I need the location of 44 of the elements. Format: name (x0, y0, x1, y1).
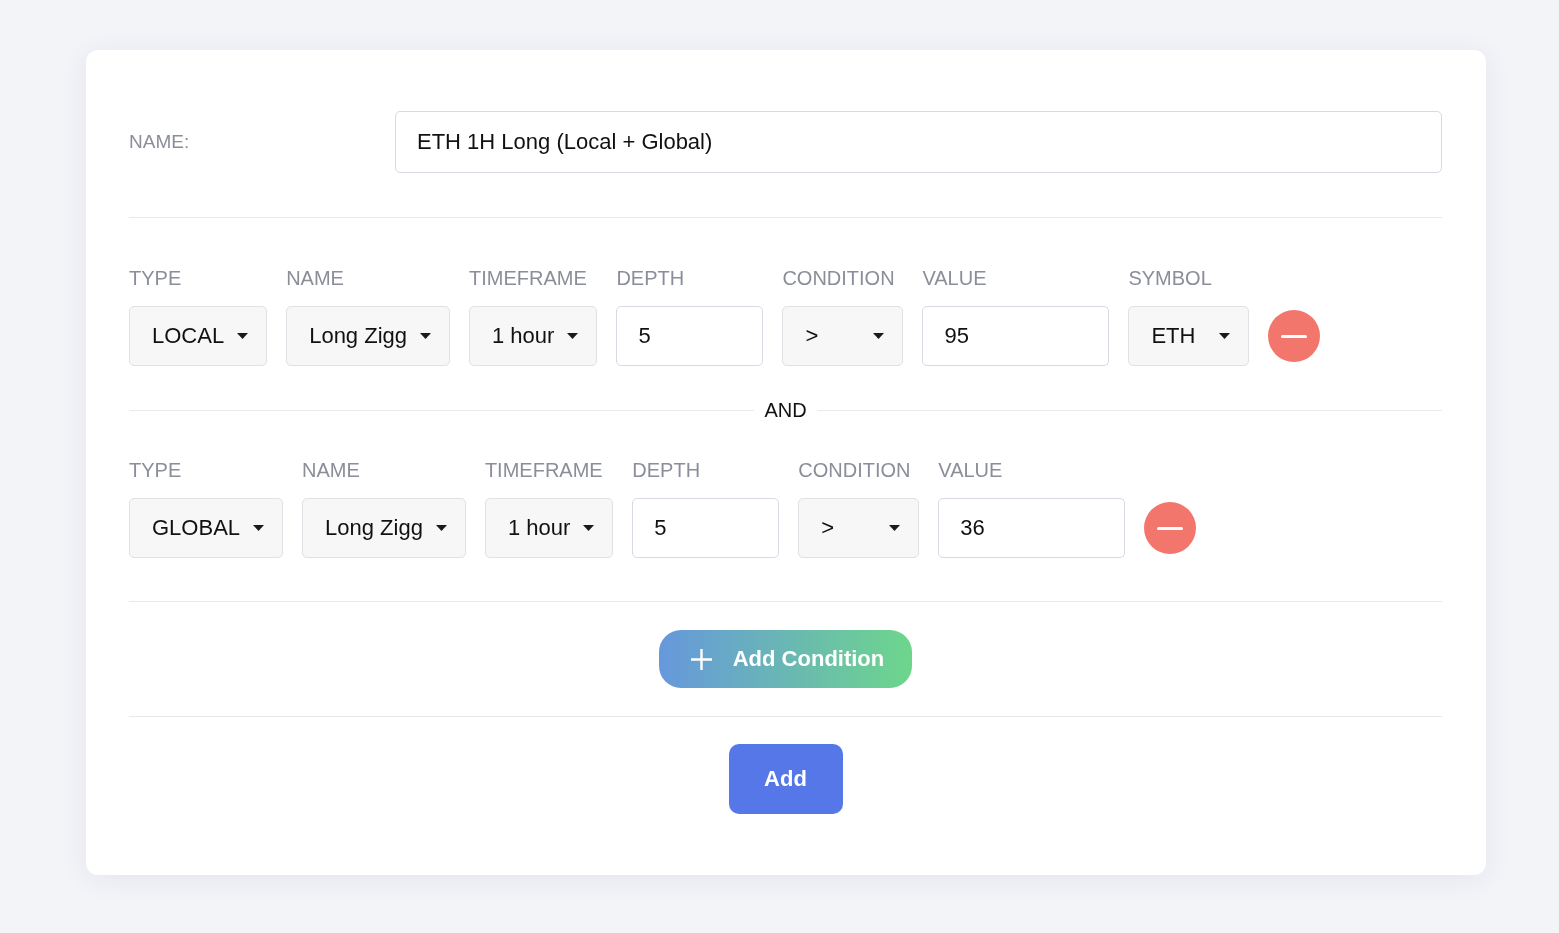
dropdown[interactable]: 1 hour (469, 306, 598, 366)
column-label: VALUE (922, 266, 987, 290)
join-label: AND (764, 398, 807, 422)
column-label: DEPTH (616, 266, 685, 290)
add-button[interactable]: Add (728, 744, 843, 814)
minus-icon (1157, 526, 1184, 530)
remove-condition-button[interactable] (1144, 502, 1197, 554)
field-label: NAME: (129, 130, 190, 154)
plus-icon (690, 648, 712, 670)
column-label: TIMEFRAME (484, 458, 603, 482)
dropdown[interactable]: > (798, 498, 920, 558)
text-input[interactable]: 36 (938, 498, 1126, 558)
caret-down-icon (873, 333, 885, 339)
column-label: DEPTH (632, 458, 701, 482)
caret-down-icon (420, 333, 431, 339)
dropdown[interactable]: > (782, 306, 904, 366)
caret-down-icon (567, 333, 579, 339)
column-label: TIMEFRAME (469, 266, 587, 290)
caret-down-icon (1219, 333, 1231, 339)
minus-icon (1281, 334, 1308, 338)
column-label: NAME (302, 458, 360, 482)
column-label: NAME (286, 266, 344, 290)
caret-down-icon (435, 525, 447, 531)
caret-down-icon (253, 525, 265, 531)
text-input[interactable]: 5 (616, 306, 764, 366)
column-label: CONDITION (782, 266, 895, 290)
dropdown[interactable]: ETH (1128, 306, 1250, 366)
caret-down-icon (583, 525, 595, 531)
caret-down-icon (889, 525, 901, 531)
dropdown[interactable]: 1 hour (484, 498, 614, 558)
column-label: VALUE (938, 458, 1003, 482)
column-label: TYPE (129, 266, 182, 290)
text-input[interactable]: 5 (632, 498, 780, 558)
caret-down-icon (237, 333, 249, 339)
dropdown[interactable]: Long Zigg (286, 306, 450, 366)
dropdown[interactable]: GLOBAL (129, 498, 284, 558)
text-input[interactable]: ETH 1H Long (Local + Global) (395, 111, 1442, 173)
column-label: SYMBOL (1128, 266, 1212, 290)
remove-condition-button[interactable] (1268, 310, 1321, 362)
dropdown[interactable]: Long Zigg (302, 498, 466, 558)
dropdown[interactable]: LOCAL (129, 306, 268, 366)
column-label: CONDITION (798, 458, 911, 482)
column-label: TYPE (129, 458, 182, 482)
text-input[interactable]: 95 (922, 306, 1110, 366)
